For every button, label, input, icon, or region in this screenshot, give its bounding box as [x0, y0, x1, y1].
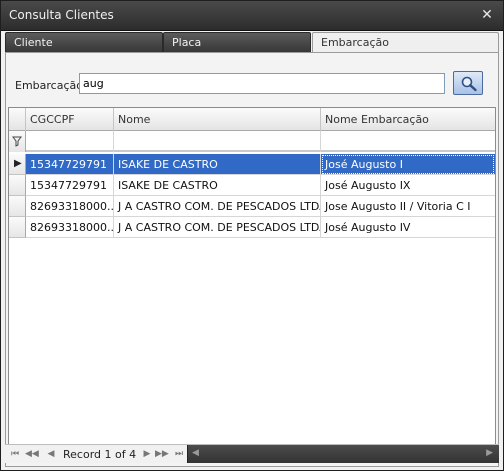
tab-panel-embarcacao: Embarcação: CGCCPF Nome Nome Embarcação [5, 52, 499, 467]
row-indicator[interactable] [9, 175, 26, 196]
previous-record-icon[interactable]: ◀ [45, 448, 57, 460]
column-header-nome-embarcacao[interactable]: Nome Embarcação [321, 108, 495, 131]
window-title: Consulta Clientes [9, 8, 114, 22]
filter-cell-nome[interactable] [114, 131, 321, 152]
scroll-left-icon[interactable]: ◀ [192, 448, 199, 458]
cell-cgccpf[interactable]: 15347729791 [26, 175, 114, 196]
search-button[interactable] [453, 71, 483, 95]
row-indicator[interactable] [9, 196, 26, 217]
table-row[interactable]: 82693318000... J A CASTRO COM. DE PESCAD… [9, 217, 495, 238]
next-record-icon[interactable]: ▶ [141, 448, 153, 460]
tab-embarcacao[interactable]: Embarcação [312, 32, 499, 53]
tab-cliente[interactable]: Cliente [5, 32, 163, 52]
search-label: Embarcação: [15, 79, 87, 92]
cell-cgccpf[interactable]: 82693318000... [26, 217, 114, 238]
title-bar[interactable]: Consulta Clientes ✕ [1, 1, 503, 31]
cell-cgccpf[interactable]: 82693318000... [26, 196, 114, 217]
filter-cell-cgccpf[interactable] [26, 131, 114, 152]
table-row[interactable]: 15347729791 ISAKE DE CASTRO José Augusto… [9, 175, 495, 196]
cell-nome-embarcacao[interactable]: José Augusto I [321, 154, 495, 175]
cell-nome[interactable]: ISAKE DE CASTRO [114, 175, 321, 196]
cell-nome[interactable]: J A CASTRO COM. DE PESCADOS LTDA... [114, 217, 321, 238]
column-header-cgccpf[interactable]: CGCCPF [26, 108, 114, 131]
first-record-icon[interactable]: ⏮ [9, 448, 21, 460]
filter-icon [12, 136, 22, 147]
record-position-text: Record 1 of 4 [63, 448, 137, 461]
current-row-arrow-icon: ▶ [14, 158, 22, 169]
header-indicator-cell [9, 108, 26, 131]
row-indicator[interactable] [9, 217, 26, 238]
next-page-icon[interactable]: ▶▶ [155, 448, 169, 460]
cell-nome-embarcacao[interactable]: José Augusto IV [321, 217, 495, 238]
cell-cgccpf[interactable]: 15347729791 [26, 154, 114, 175]
close-icon[interactable]: ✕ [479, 7, 495, 23]
search-icon [461, 76, 477, 92]
filter-cell-nome-embarcacao[interactable] [321, 131, 495, 152]
tab-strip: Cliente Placa Embarcação [5, 32, 499, 53]
horizontal-scrollbar[interactable]: ◀ ▶ [187, 445, 499, 463]
tab-placa[interactable]: Placa [163, 32, 311, 52]
cell-nome-embarcacao[interactable]: José Augusto IX [321, 175, 495, 196]
column-header-nome[interactable]: Nome [114, 108, 321, 131]
row-indicator[interactable]: ▶ [9, 154, 26, 175]
cell-nome-embarcacao[interactable]: Jose Augusto II / Vitoria C I [321, 196, 495, 217]
cell-nome[interactable]: J A CASTRO COM. DE PESCADOS LTDA... [114, 196, 321, 217]
consulta-clientes-window: Consulta Clientes ✕ Cliente Placa Embarc… [0, 0, 504, 471]
table-row[interactable]: ▶ 15347729791 ISAKE DE CASTRO José Augus… [9, 154, 495, 175]
filter-indicator-cell[interactable] [9, 131, 26, 152]
filter-row [9, 131, 495, 152]
search-input[interactable] [79, 73, 445, 94]
cell-nome[interactable]: ISAKE DE CASTRO [114, 154, 321, 175]
scroll-right-icon[interactable]: ▶ [486, 448, 493, 458]
grid-header: CGCCPF Nome Nome Embarcação [9, 108, 495, 131]
clients-grid[interactable]: CGCCPF Nome Nome Embarcação ▶ 1534772979… [8, 107, 496, 447]
table-row[interactable]: 82693318000... J A CASTRO COM. DE PESCAD… [9, 196, 495, 217]
last-record-icon[interactable]: ⏭ [173, 448, 185, 460]
record-navigator: ⏮ ◀◀ ◀ Record 1 of 4 ▶ ▶▶ ⏭ ◀ ▶ [5, 444, 499, 463]
previous-page-icon[interactable]: ◀◀ [25, 448, 39, 460]
